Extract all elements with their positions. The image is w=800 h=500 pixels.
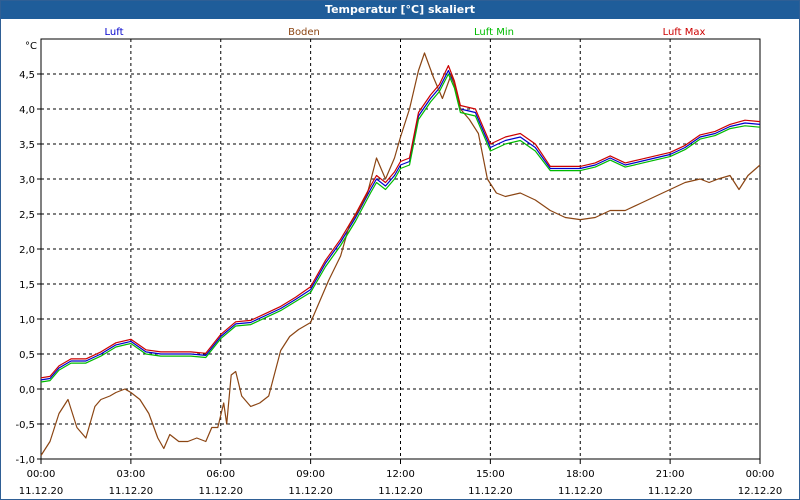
x-tick-time-label: 15:00 <box>476 469 505 480</box>
x-tick-date-label: 11.12.20 <box>109 486 154 497</box>
x-tick-time-label: 12:00 <box>386 469 415 480</box>
y-tick-label: 3,5 <box>19 140 35 151</box>
y-tick-label: 0,5 <box>19 350 35 361</box>
x-tick-date-label: 11.12.20 <box>288 486 333 497</box>
chart-window: Temperatur [°C] skaliert -1,0 -0,5 0,0 0,5 1… <box>0 0 800 500</box>
y-tick-label: 4,5 <box>19 70 35 81</box>
legend-luft: Luft <box>105 27 124 38</box>
x-tick-time-label: 09:00 <box>296 469 325 480</box>
y-axis-unit: °C <box>25 41 37 52</box>
y-tick-label: 1,5 <box>19 280 35 291</box>
legend-luft-max: Luft Max <box>663 27 706 38</box>
y-tick-label: 2,5 <box>19 210 35 221</box>
x-tick-date-label: 11.12.20 <box>468 486 513 497</box>
y-tick-label: -1,0 <box>15 455 35 466</box>
x-tick-date-label: 11.12.20 <box>558 486 603 497</box>
x-tick-date-label: 12.12.20 <box>738 486 783 497</box>
legend-boden: Boden <box>288 27 320 38</box>
x-tick-time-label: 00:00 <box>27 469 56 480</box>
x-tick-date-label: 11.12.20 <box>198 486 243 497</box>
y-tick-label: 4,0 <box>19 105 35 116</box>
temperature-chart: -1,0 -0,5 0,0 0,5 1,0 1,5 2,0 2,5 3,0 3,5 4,0 4,5 °C… <box>15 27 783 497</box>
x-tick-time-label: 03:00 <box>116 469 145 480</box>
y-tick-label: 0,0 <box>19 385 35 396</box>
x-tick-date-label: 11.12.20 <box>19 486 64 497</box>
x-tick-time-label: 06:00 <box>206 469 235 480</box>
x-tick-date-label: 11.12.20 <box>378 486 423 497</box>
x-tick-time-label: 00:00 <box>746 469 775 480</box>
y-tick-label: 1,0 <box>19 315 35 326</box>
x-tick-time-label: 21:00 <box>656 469 685 480</box>
x-tick-date-label: 11.12.20 <box>648 486 693 497</box>
y-tick-label: 3,0 <box>19 175 35 186</box>
y-tick-label: -0,5 <box>15 420 35 431</box>
x-tick-time-label: 18:00 <box>566 469 595 480</box>
y-tick-label: 2,0 <box>19 245 35 256</box>
legend-luft-min: Luft Min <box>474 27 514 38</box>
